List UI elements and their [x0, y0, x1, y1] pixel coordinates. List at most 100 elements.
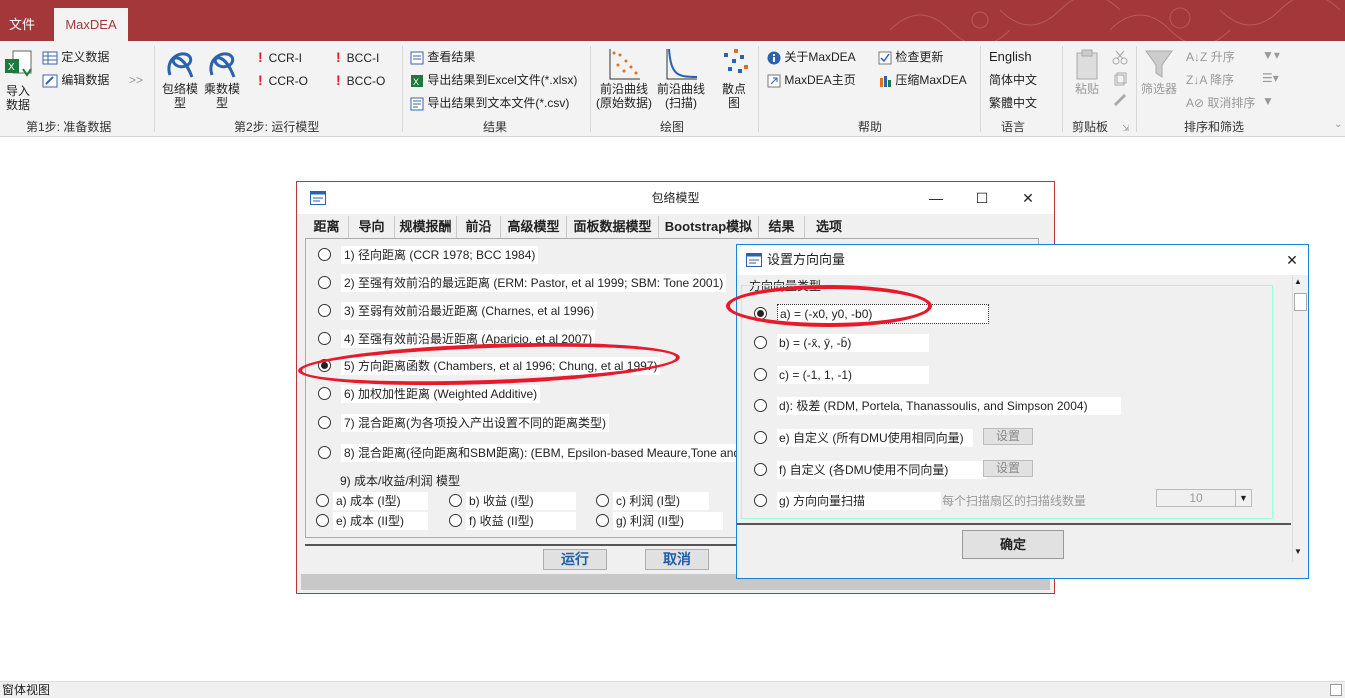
frontier-raw-button[interactable]: 前沿曲线(原始数据) — [594, 47, 654, 110]
tab-file[interactable]: 文件 — [0, 8, 44, 41]
compress-button[interactable]: 压缩MaxDEA — [878, 72, 967, 88]
tab-distance[interactable]: 距离 — [305, 216, 349, 238]
edit-data-button[interactable]: 编辑数据 — [42, 72, 109, 88]
radio-button[interactable] — [596, 514, 609, 528]
minimize-button[interactable]: — — [913, 182, 959, 214]
scroll-down-icon[interactable]: ▼ — [1294, 547, 1302, 556]
distance-option-8[interactable]: 8) 混合距离(径向距离和SBM距离): (EBM, Epsilon-based… — [318, 441, 744, 463]
run-button[interactable]: 运行 — [543, 549, 607, 570]
define-data-button[interactable]: 定义数据 — [42, 49, 109, 65]
sort-desc-button[interactable]: Z↓A 降序 — [1186, 72, 1234, 88]
radio-button[interactable] — [754, 494, 767, 508]
import-data-button[interactable]: X 导入数据 — [2, 49, 34, 112]
option-label: 6) 加权加性距离 (Weighted Additive) — [341, 384, 541, 403]
set-per-dmu-vector-button[interactable]: 设置 — [983, 460, 1033, 477]
radio-button[interactable] — [318, 446, 331, 460]
tab-panel-data[interactable]: 面板数据模型 — [567, 216, 659, 238]
option-label: f) 收益 (II型) — [466, 511, 576, 530]
about-button[interactable]: 关于MaxDEA — [767, 49, 856, 65]
distance-option-2[interactable]: 2) 至强有效前沿的最远距离 (ERM: Pastor, et al 1999;… — [318, 271, 727, 293]
radio-button[interactable] — [316, 494, 329, 508]
cost-option-a[interactable]: a) 成本 (I型) — [316, 491, 428, 510]
homepage-button[interactable]: MaxDEA主页 — [767, 72, 856, 88]
distance-option-1[interactable]: 1) 径向距离 (CCR 1978; BCC 1984) — [318, 243, 539, 265]
radio-button[interactable] — [318, 276, 331, 290]
radio-button[interactable] — [318, 248, 331, 262]
tab-returns-to-scale[interactable]: 规模报酬 — [395, 216, 457, 238]
direction-option-d[interactable]: d): 极差 (RDM, Portela, Thanassoulis, and … — [754, 394, 1121, 416]
profit-option-g[interactable]: g) 利润 (II型) — [596, 511, 723, 530]
dialog-launcher-icon[interactable]: ⇲ — [1122, 123, 1130, 134]
radio-button[interactable] — [596, 494, 609, 508]
revenue-option-b[interactable]: b) 收益 (I型) — [449, 491, 576, 510]
bcc-o-button[interactable]: ! BCC-O — [336, 72, 385, 89]
radio-button[interactable] — [754, 399, 767, 413]
radio-button[interactable] — [318, 304, 331, 318]
profit-option-c[interactable]: c) 利润 (I型) — [596, 491, 709, 510]
divider — [737, 523, 1291, 525]
frontier-scan-button[interactable]: 前沿曲线(扫描) — [657, 47, 705, 110]
bcc-i-button[interactable]: ! BCC-I — [336, 49, 379, 66]
radio-button[interactable] — [318, 416, 331, 430]
lang-traditional-button[interactable]: 繁體中文 — [989, 95, 1037, 111]
advanced-filter-icon[interactable]: ▼▾ — [1262, 47, 1280, 63]
distance-option-6[interactable]: 6) 加权加性距离 (Weighted Additive) — [318, 382, 541, 404]
tab-frontier[interactable]: 前沿 — [457, 216, 501, 238]
radio-button[interactable] — [754, 431, 767, 445]
clear-sort-button[interactable]: A⊘ 取消排序 — [1186, 95, 1255, 111]
direction-option-b[interactable]: b) = (-x̄, ȳ, -b̄) — [754, 331, 929, 353]
check-update-button[interactable]: 检查更新 — [878, 49, 943, 65]
direction-option-c[interactable]: c) = (-1, 1, -1) — [754, 363, 929, 385]
scrollbar-thumb[interactable] — [1294, 293, 1307, 311]
radio-button[interactable] — [449, 514, 462, 528]
tab-options[interactable]: 选项 — [805, 216, 853, 238]
tab-results[interactable]: 结果 — [759, 216, 805, 238]
tab-orientation[interactable]: 导向 — [349, 216, 395, 238]
ccr-o-button[interactable]: ! CCR-O — [258, 72, 308, 89]
distance-option-7[interactable]: 7) 混合距离(为各项投入产出设置不同的距离类型) — [318, 411, 609, 433]
export-text-button[interactable]: 导出结果到文本文件(*.csv) — [410, 95, 569, 111]
toggle-filter-icon[interactable]: ☰▾ — [1262, 70, 1279, 86]
view-results-button[interactable]: 查看结果 — [410, 49, 475, 65]
tab-maxdea[interactable]: MaxDEA — [54, 8, 128, 41]
vertical-scrollbar[interactable]: ▲ ▼ — [1292, 275, 1308, 562]
direction-option-e[interactable]: e) 自定义 (所有DMU使用相同向量) — [754, 426, 973, 448]
export-excel-button[interactable]: X 导出结果到Excel文件(*.xlsx) — [410, 72, 577, 88]
lang-english-button[interactable]: English — [989, 49, 1032, 65]
radio-button[interactable] — [754, 463, 767, 477]
ccr-i-button[interactable]: ! CCR-I — [258, 49, 302, 66]
form-view-icon[interactable] — [1330, 684, 1342, 696]
direction-option-g[interactable]: g) 方向向量扫描 — [754, 489, 941, 511]
radio-button[interactable] — [316, 514, 329, 528]
remove-filter-icon[interactable]: ▼ — [1262, 93, 1274, 109]
lang-simplified-button[interactable]: 简体中文 — [989, 72, 1037, 88]
scatter-plot-button[interactable]: 散点图 — [716, 47, 752, 110]
multiplier-model-button[interactable]: 乘数模型 — [204, 47, 240, 110]
close-button[interactable]: ✕ — [1280, 249, 1304, 271]
distance-option-3[interactable]: 3) 至弱有效前沿最近距离 (Charnes, et al 1996) — [318, 299, 598, 321]
scan-lines-select[interactable]: 10 ▼ — [1156, 489, 1252, 507]
scatter-plot-label: 散点图 — [722, 82, 747, 110]
paste-button[interactable]: 粘贴 — [1070, 47, 1104, 96]
tab-advanced[interactable]: 高级模型 — [501, 216, 567, 238]
ok-button[interactable]: 确定 — [962, 530, 1064, 559]
revenue-option-f[interactable]: f) 收益 (II型) — [449, 511, 576, 530]
radio-button[interactable] — [318, 332, 331, 346]
scroll-up-icon[interactable]: ▲ — [1294, 277, 1302, 286]
chevron-down-icon[interactable]: ▼ — [1235, 490, 1251, 506]
cost-option-e[interactable]: e) 成本 (II型) — [316, 511, 428, 530]
radio-button[interactable] — [318, 387, 331, 401]
envelope-model-button[interactable]: 包络模型 — [162, 47, 198, 110]
maximize-button[interactable]: ☐ — [959, 182, 1005, 214]
sort-asc-button[interactable]: A↓Z 升序 — [1186, 49, 1235, 65]
set-same-vector-button[interactable]: 设置 — [983, 428, 1033, 445]
cancel-button[interactable]: 取消 — [645, 549, 709, 570]
radio-button[interactable] — [754, 368, 767, 382]
close-button[interactable]: ✕ — [1005, 182, 1051, 214]
collapse-ribbon-icon[interactable]: ⌄ — [1334, 119, 1342, 130]
direction-option-f[interactable]: f) 自定义 (各DMU使用不同向量) — [754, 458, 987, 480]
radio-button[interactable] — [754, 336, 767, 350]
radio-button[interactable] — [449, 494, 462, 508]
tab-bootstrap[interactable]: Bootstrap模拟 — [659, 216, 759, 238]
filter-button[interactable]: 筛选器 — [1140, 47, 1178, 96]
